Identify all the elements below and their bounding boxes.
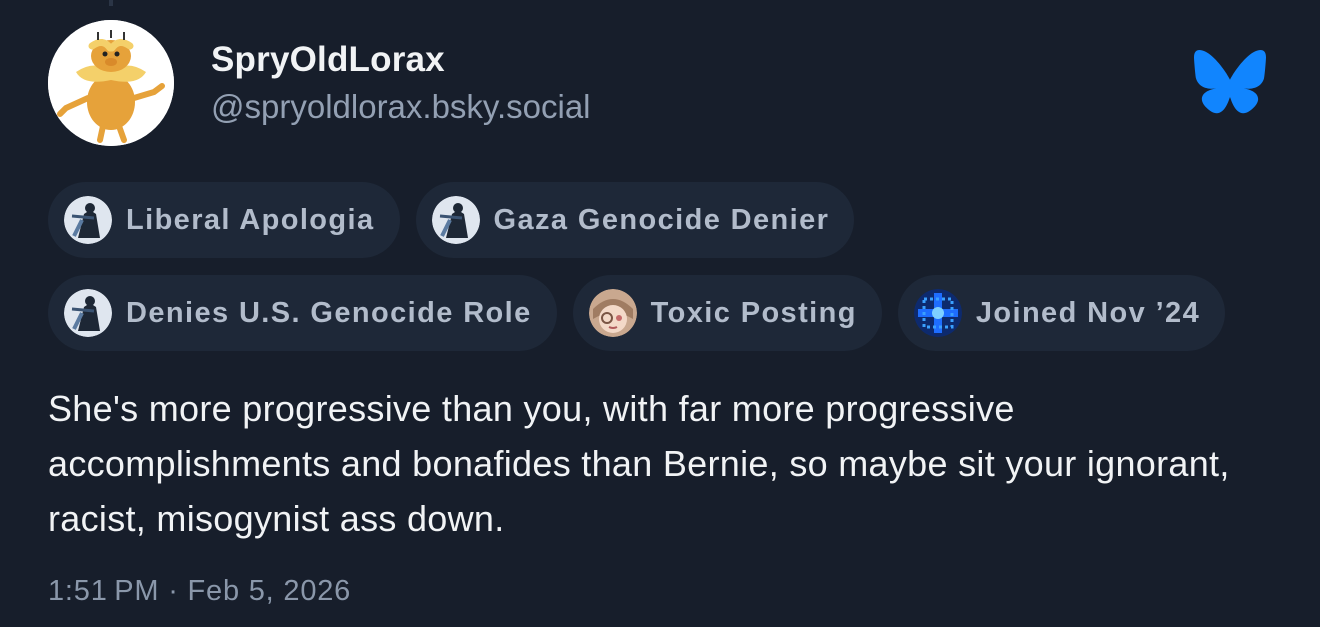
post-body-text: She's more progressive than you, with fa… (48, 388, 1230, 539)
label-pill-gaza-genocide-denier[interactable]: Gaza Genocide Denier (415, 182, 855, 258)
lorax-avatar-icon (48, 20, 174, 146)
author-handle[interactable]: @spryoldlorax.bsky.social (211, 88, 591, 126)
bluesky-butterfly-icon[interactable] (1194, 50, 1266, 114)
label-pill-joined-date[interactable]: Joined Nov ’24 (897, 275, 1226, 351)
label-pill-liberal-apologia[interactable]: Liberal Apologia (48, 182, 400, 258)
label-text: Gaza Genocide Denier (493, 203, 830, 236)
label-text: Toxic Posting (650, 296, 857, 329)
label-text: Joined Nov ’24 (975, 296, 1201, 329)
labels-row-1: Liberal Apologia Gaza Genocide Denier (48, 182, 855, 258)
blue-pixel-icon (913, 289, 962, 337)
author-avatar[interactable] (48, 20, 174, 146)
post-timestamp[interactable]: 1:51 PM · Feb 5, 2026 (48, 575, 351, 608)
label-text: Liberal Apologia (126, 203, 375, 236)
moderator-shield-icon (64, 196, 112, 244)
label-text: Denies U.S. Genocide Role (126, 296, 532, 329)
labels-row-2: Denies U.S. Genocide Role Toxic Posting (48, 275, 1226, 351)
anime-avatar-icon (588, 289, 637, 337)
post-card: SpryOldLorax @spryoldlorax.bsky.social L… (0, 0, 1320, 627)
label-pill-toxic-posting[interactable]: Toxic Posting (572, 275, 882, 351)
author-display-name[interactable]: SpryOldLorax (211, 40, 445, 80)
label-pill-denies-us-genocide-role[interactable]: Denies U.S. Genocide Role (48, 275, 557, 351)
moderator-shield-icon (431, 196, 480, 244)
moderator-shield-icon (64, 289, 112, 337)
thread-line (109, 0, 113, 6)
